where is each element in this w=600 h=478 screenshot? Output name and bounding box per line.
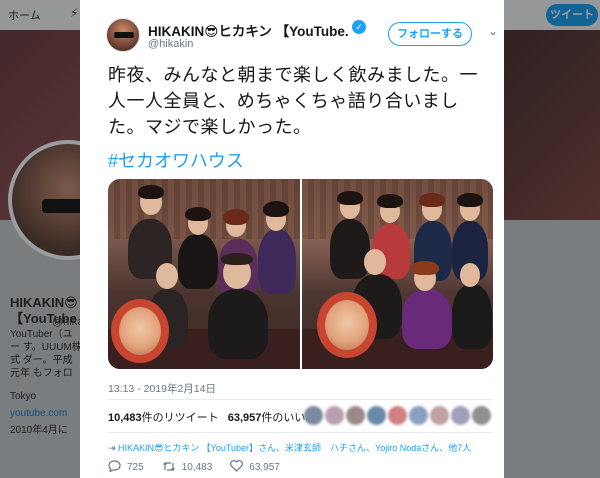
liker-avatar[interactable] (409, 406, 428, 425)
retweets-label: 件のリツイート (141, 412, 219, 424)
reply-to-line: ⇥ HIKAKIN😎ヒカキン 【YouTuber】さん、米津玄師 ハチさん、Yo… (108, 441, 471, 454)
background-profile-location: Tokyo (10, 391, 37, 402)
liker-avatar[interactable] (472, 406, 491, 425)
chevron-down-icon[interactable]: ⌄ (486, 24, 500, 38)
author-handle[interactable]: @hikakin (148, 38, 193, 50)
reply-to-icon: ⇥ (108, 443, 119, 453)
retweets-stat[interactable]: 10,483件のリツイート (108, 412, 219, 424)
like-button[interactable]: 63,957 (230, 460, 280, 475)
tweet-photo-2[interactable] (301, 179, 493, 369)
tweet-actions: 725 10,483 63,957 (108, 460, 298, 475)
retweet-button[interactable]: 10,483 (162, 461, 213, 475)
divider (108, 432, 493, 433)
background-profile-joined: 2010年4月に (10, 425, 68, 436)
liker-avatar[interactable] (388, 406, 407, 425)
tweet-hashtag-link[interactable]: #セカオワハウス (108, 147, 244, 173)
retweet-icon (162, 461, 176, 475)
liker-avatar[interactable] (346, 406, 365, 425)
background-profile-name: HIKAKIN😎 (10, 295, 78, 310)
liker-avatar[interactable] (367, 406, 386, 425)
retweet-count: 10,483 (181, 462, 213, 473)
background-profile-url: youtube.com (10, 408, 68, 419)
liker-avatars (304, 406, 491, 426)
liker-avatar[interactable] (430, 406, 449, 425)
tweet-photo-1[interactable] (108, 179, 300, 369)
divider (108, 399, 493, 400)
heart-icon (230, 460, 244, 475)
liker-avatar[interactable] (325, 406, 344, 425)
tweet-header: HIKAKIN😎ヒカキン 【YouTube... ✓ @hikakin フォロー… (106, 18, 498, 54)
reply-count: 725 (127, 462, 144, 473)
verified-badge-icon: ✓ (352, 20, 366, 34)
tweet-modal: HIKAKIN😎ヒカキン 【YouTube... ✓ @hikakin フォロー… (80, 0, 504, 478)
follow-button[interactable]: フォローする (388, 22, 472, 46)
reply-to-users[interactable]: HIKAKIN😎ヒカキン 【YouTuber】さん、米津玄師 ハチさん、Yoji… (118, 443, 471, 453)
author-avatar[interactable] (106, 18, 140, 52)
liker-avatar[interactable] (304, 406, 323, 425)
tweet-text: 昨夜、みんなと朝まで楽しく飲みました。一人一人全員と、めちゃくちゃ語り合いました… (108, 65, 478, 137)
likes-count: 63,957 (227, 412, 262, 424)
tweet-photos (108, 179, 493, 369)
reply-button[interactable]: 725 (108, 460, 144, 475)
background-profile-bio: YouTuber（ユー す。UUUM株式 ダー。平成元年 もフォロー是非 (10, 329, 82, 379)
background-profile-info: HIKAKIN😎 【YouTube @hikakin YouTuber（ユー す… (10, 295, 97, 437)
like-count: 63,957 (249, 462, 280, 473)
author-display-name[interactable]: HIKAKIN😎ヒカキン 【YouTube... (148, 20, 348, 40)
retweets-count: 10,483 (108, 412, 142, 424)
nav-tweet-button: ツイート (546, 4, 598, 26)
tweet-stats: 10,483件のリツイート 63,957件のいいね (108, 409, 316, 425)
nav-moments-icon: ⚡ (70, 6, 79, 20)
liker-avatar[interactable] (451, 406, 470, 425)
speech-bubble-icon (108, 460, 121, 475)
nav-home: ホーム (8, 10, 41, 22)
tweet-timestamp[interactable]: 13:13 - 2019年2月14日 (108, 381, 216, 396)
